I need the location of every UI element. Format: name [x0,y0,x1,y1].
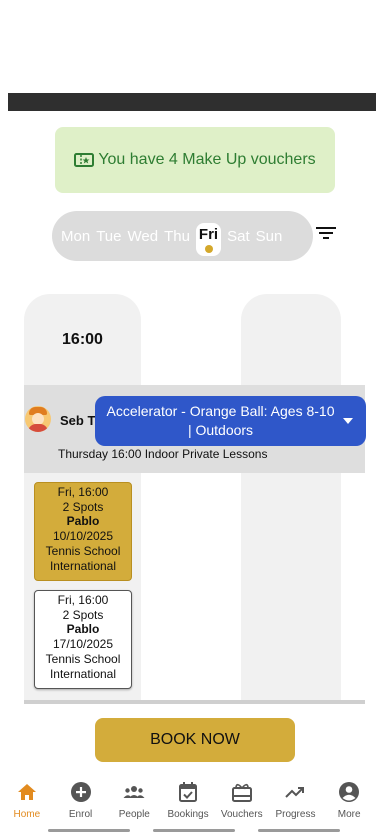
schedule-column-right [241,294,341,704]
day-fri-label: Fri [198,225,219,243]
day-selector[interactable]: Mon Tue Wed Thu Fri Sat Sun [52,211,313,261]
slot-coach: Pablo [35,514,131,529]
header-bar [8,93,376,111]
day-wed[interactable]: Wed [127,229,158,244]
account-circle-icon [339,782,360,802]
tab-label: Vouchers [220,809,263,820]
tab-label: Enrol [68,809,93,820]
course-dropdown-label: Accelerator - Orange Ball: Ages 8-10 | O… [106,403,335,438]
slot-location-line1: Tennis School [45,651,121,666]
tab-home[interactable]: Home [0,776,54,826]
voucher-banner[interactable]: You have 4 Make Up vouchers [55,127,335,193]
coach-name: Seb T [60,413,96,428]
tab-vouchers[interactable]: Vouchers [215,776,269,826]
day-tue[interactable]: Tue [96,229,121,244]
tab-bookings[interactable]: Bookings [161,776,215,826]
tab-label: People [118,809,150,820]
tab-label: Bookings [167,809,209,820]
slot-card-2[interactable]: Fri, 16:00 2 Spots Pablo 17/10/2025 Tenn… [34,590,132,689]
chevron-down-icon [343,418,353,424]
course-dropdown[interactable]: Accelerator - Orange Ball: Ages 8-10 | O… [95,396,366,446]
voucher-text: You have 4 Make Up vouchers [98,151,316,168]
selected-day-dot [204,244,213,253]
lesson-description: Thursday 16:00 Indoor Private Lessons [58,447,268,461]
tab-label: Progress [275,809,316,820]
home-indicator-1 [48,829,130,832]
tab-enrol[interactable]: Enrol [54,776,108,826]
slot-coach-name: Pablo [66,622,100,637]
slot-coach-name: Pablo [66,514,100,529]
plus-circle-icon [70,782,91,802]
filter-icon[interactable] [316,225,336,241]
day-sun[interactable]: Sun [256,229,283,244]
tab-progress[interactable]: Progress [269,776,323,826]
home-icon [17,784,36,800]
slot-location-line1: Tennis School [45,543,121,558]
coach-avatar [25,406,51,432]
day-thu[interactable]: Thu [164,229,190,244]
slot-card-1[interactable]: Fri, 16:00 2 Spots Pablo 10/10/2025 Tenn… [34,482,132,581]
book-now-button[interactable]: BOOK NOW [95,718,295,762]
ticket-icon [74,153,95,167]
bottom-tab-bar: Home Enrol People Bookings Vouchers Prog… [0,776,376,826]
slot-location-line2: International [49,558,117,573]
day-mon[interactable]: Mon [61,229,90,244]
gift-card-icon [231,783,252,802]
tab-label: Home [13,809,41,820]
slot-time: Fri, 16:00 [57,485,109,499]
day-sat[interactable]: Sat [227,229,250,244]
trending-up-icon [285,787,305,798]
people-icon [123,786,145,798]
slot-spots: 2 Spots [62,607,104,622]
home-indicator-3 [258,829,340,832]
day-fri[interactable]: Fri [195,222,222,256]
slot-spots: 2 Spots [62,499,104,514]
slot-location-line2: International [49,666,117,681]
tab-people[interactable]: People [107,776,161,826]
slot-date: 17/10/2025 [52,637,114,652]
tab-label: More [337,809,361,820]
tab-more[interactable]: More [322,776,376,826]
scroll-divider [24,700,365,704]
slot-coach: Pablo [35,622,131,637]
calendar-check-icon [179,782,198,802]
time-label: 16:00 [62,331,103,348]
home-indicator-2 [153,829,235,832]
slot-time: Fri, 16:00 [57,593,109,607]
slot-date: 10/10/2025 [52,529,114,544]
